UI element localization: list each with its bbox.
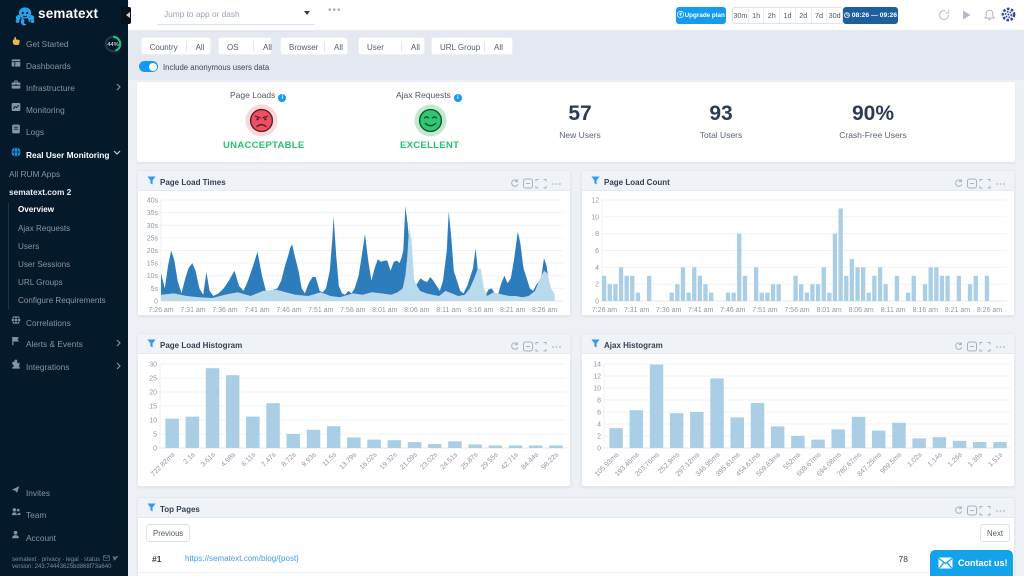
svg-text:21.09s: 21.09s [399,451,419,471]
svg-text:84.44s: 84.44s [520,451,540,471]
svg-text:909.5ms: 909.5ms [879,451,903,475]
svg-text:25s: 25s [147,235,159,242]
svg-text:6: 6 [597,410,601,417]
svg-text:13.79s: 13.79s [338,451,358,471]
svg-text:15s: 15s [147,261,159,268]
svg-text:7:51 am: 7:51 am [308,307,333,314]
svg-text:6: 6 [595,248,599,255]
svg-text:44%: 44% [107,42,119,48]
svg-text:7:41 am: 7:41 am [688,307,713,314]
svg-text:12: 12 [593,374,601,381]
svg-text:7:36 am: 7:36 am [212,307,237,314]
svg-text:7:31 am: 7:31 am [180,307,205,314]
svg-text:19.32s: 19.32s [379,451,399,471]
svg-text:8:01 am: 8:01 am [372,307,397,314]
svg-text:20: 20 [149,390,157,397]
svg-text:0: 0 [595,299,599,306]
svg-text:2: 2 [595,282,599,289]
svg-text:16.02s: 16.02s [359,451,379,471]
svg-text:4: 4 [595,265,599,272]
svg-text:29.55s: 29.55s [480,451,500,471]
svg-text:8:21 am: 8:21 am [945,307,970,314]
svg-text:5s: 5s [151,286,159,293]
svg-text:30s: 30s [147,223,159,230]
svg-text:15: 15 [149,404,157,411]
svg-text:10: 10 [591,214,599,221]
svg-text:7:26 am: 7:26 am [592,307,617,314]
svg-text:24.51s: 24.51s [439,451,459,471]
svg-text:10: 10 [149,418,157,425]
svg-text:10: 10 [593,386,601,393]
svg-text:8: 8 [595,231,599,238]
svg-text:722.82ms: 722.82ms [150,451,177,478]
svg-text:4.98s: 4.98s [220,451,237,468]
svg-text:7:46 am: 7:46 am [720,307,745,314]
svg-text:8:11 am: 8:11 am [881,307,906,314]
svg-text:7:56 am: 7:56 am [340,307,365,314]
svg-text:1.38s: 1.38s [967,451,984,468]
svg-text:10s: 10s [147,273,159,280]
svg-text:1.14s: 1.14s [927,451,944,468]
svg-text:11.5s: 11.5s [321,451,338,468]
svg-text:7:31 am: 7:31 am [624,307,649,314]
svg-text:7:51 am: 7:51 am [752,307,777,314]
svg-text:2.1s: 2.1s [182,451,197,466]
svg-text:5: 5 [153,432,157,439]
svg-text:7:56 am: 7:56 am [784,307,809,314]
svg-text:1.02s: 1.02s [906,451,923,468]
svg-text:25.87s: 25.87s [460,451,480,471]
svg-text:8:26 am: 8:26 am [532,307,557,314]
svg-text:0: 0 [153,446,157,453]
svg-text:8:06 am: 8:06 am [404,307,429,314]
svg-text:6.11s: 6.11s [241,451,258,468]
svg-text:8:01 am: 8:01 am [816,307,841,314]
svg-text:14: 14 [593,362,601,369]
svg-text:7:36 am: 7:36 am [656,307,681,314]
svg-text:25: 25 [149,376,157,383]
svg-text:8: 8 [597,398,601,405]
svg-text:35s: 35s [147,210,159,217]
svg-text:8.72s: 8.72s [281,451,298,468]
svg-text:0: 0 [154,299,158,306]
svg-text:7:26 am: 7:26 am [148,307,173,314]
svg-text:8:06 am: 8:06 am [848,307,873,314]
svg-text:20s: 20s [147,248,159,255]
svg-text:23.02s: 23.02s [419,451,439,471]
svg-text:8:16 am: 8:16 am [913,307,938,314]
svg-text:8:26 am: 8:26 am [977,307,1002,314]
svg-text:3.61s: 3.61s [200,451,217,468]
svg-text:42.71s: 42.71s [500,451,520,471]
svg-text:8:11 am: 8:11 am [436,307,461,314]
svg-text:30: 30 [149,362,157,369]
svg-text:98.22s: 98.22s [540,451,560,471]
svg-text:9.93s: 9.93s [301,451,318,468]
svg-text:8:21 am: 8:21 am [500,307,525,314]
svg-text:4: 4 [597,422,601,429]
svg-text:12: 12 [591,198,599,205]
svg-text:7:41 am: 7:41 am [244,307,269,314]
svg-text:1.51s: 1.51s [987,451,1004,468]
svg-text:0: 0 [597,446,601,453]
svg-text:1.26s: 1.26s [947,451,964,468]
svg-text:40s: 40s [147,198,159,205]
svg-text:7:46 am: 7:46 am [276,307,301,314]
svg-text:8:16 am: 8:16 am [468,307,493,314]
svg-text:7.47s: 7.47s [260,451,277,468]
svg-text:2: 2 [597,434,601,441]
